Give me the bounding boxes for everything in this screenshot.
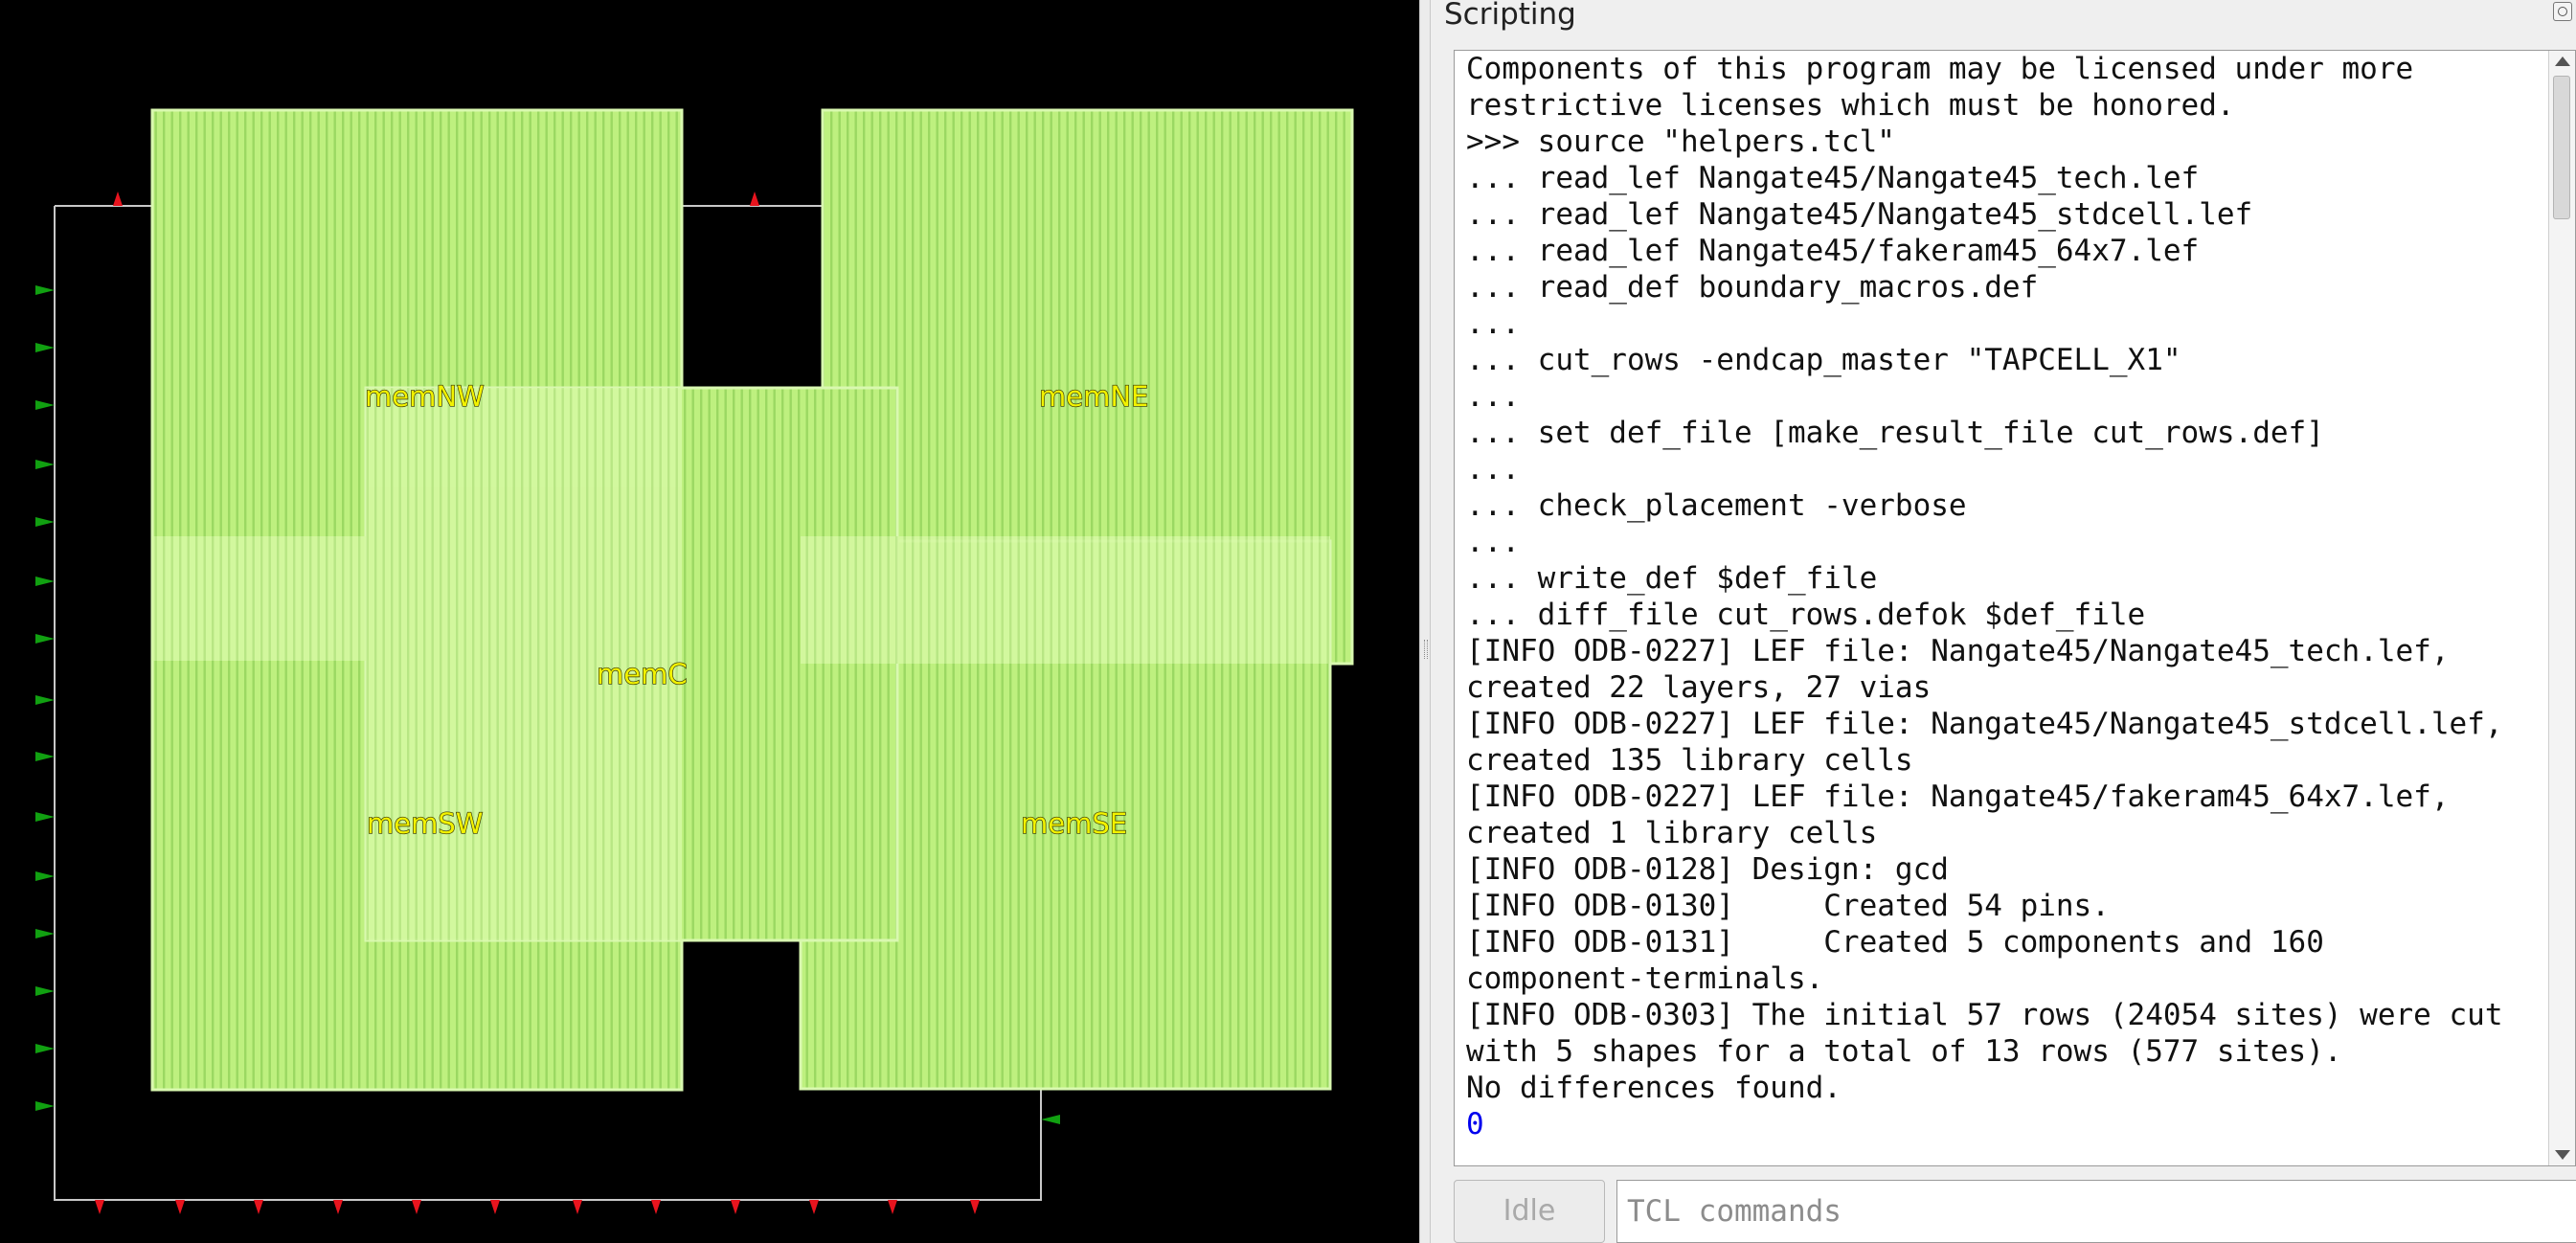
dock-float-close-icon[interactable] [2553,2,2572,21]
output-line: created 1 library cells [1466,816,1878,850]
macro-label-memC: memC [597,658,688,690]
output-scrollbar[interactable] [2548,51,2575,1165]
output-line: ... read_lef Nangate45/fakeram45_64x7.le… [1466,234,2200,268]
script-output[interactable]: Components of this program may be licens… [1454,50,2576,1166]
output-line: ... write_def $def_file [1466,561,1878,596]
output-line: No differences found. [1466,1071,1842,1105]
output-line: restrictive licenses which must be honor… [1466,88,2235,123]
script-output-text: Components of this program may be licens… [1455,51,2546,1165]
output-line: created 135 library cells [1466,743,1913,778]
splitter-grip [1424,640,1428,659]
output-line: ... [1466,525,1520,559]
dock-splitter[interactable] [1419,0,1431,1243]
scroll-thumb[interactable] [2553,76,2570,219]
macro-label-memNE: memNE [1039,380,1148,413]
tcl-command-input[interactable] [1616,1180,2576,1243]
output-line: ... read_lef Nangate45/Nangate45_tech.le… [1466,161,2200,195]
output-line: ... cut_rows -endcap_master "TAPCELL_X1" [1466,343,2181,377]
output-line: ... diff_file cut_rows.defok $def_file [1466,598,2146,632]
output-line: with 5 shapes for a total of 13 rows (57… [1466,1034,2342,1069]
output-line: ... [1466,379,1520,414]
output-line: [INFO ODB-0303] The initial 57 rows (240… [1466,998,2503,1032]
macro-label-memNW: memNW [365,380,485,413]
output-line: >>> source "helpers.tcl" [1466,124,1895,159]
output-result-value: 0 [1466,1107,1484,1141]
scripting-dock: Scripting Components of this program may… [1431,0,2576,1243]
output-line: ... read_lef Nangate45/Nangate45_stdcell… [1466,197,2253,232]
macro-label-memSE: memSE [1021,807,1127,840]
output-line: [INFO ODB-0131] Created 5 components and… [1466,925,2324,960]
scripting-title: Scripting [1444,0,1576,32]
output-line: [INFO ODB-0130] Created 54 pins. [1466,889,2110,923]
output-line: ... set def_file [make_result_file cut_r… [1466,416,2324,450]
layout-drawing[interactable]: memNW memNE memC memSW memSE [0,0,1419,1243]
output-line: ... [1466,452,1520,486]
status-button[interactable]: Idle [1454,1180,1605,1243]
output-line: Components of this program may be licens… [1466,52,2414,86]
output-line: ... [1466,306,1520,341]
output-line: [INFO ODB-0227] LEF file: Nangate45/Nang… [1466,707,2503,741]
output-line: ... check_placement -verbose [1466,488,1967,523]
output-line: created 22 layers, 27 vias [1466,670,1932,705]
scroll-down-arrow-icon[interactable] [2555,1150,2570,1160]
output-line: component-terminals. [1466,961,1824,996]
macro-label-memSW: memSW [367,807,483,840]
scroll-up-arrow-icon[interactable] [2555,56,2570,66]
layout-canvas[interactable]: memNW memNE memC memSW memSE [0,0,1419,1243]
output-line: [INFO ODB-0227] LEF file: Nangate45/fake… [1466,780,2450,814]
output-line: ... read_def boundary_macros.def [1466,270,2039,305]
output-line: [INFO ODB-0128] Design: gcd [1466,852,1949,887]
output-line: [INFO ODB-0227] LEF file: Nangate45/Nang… [1466,634,2450,668]
